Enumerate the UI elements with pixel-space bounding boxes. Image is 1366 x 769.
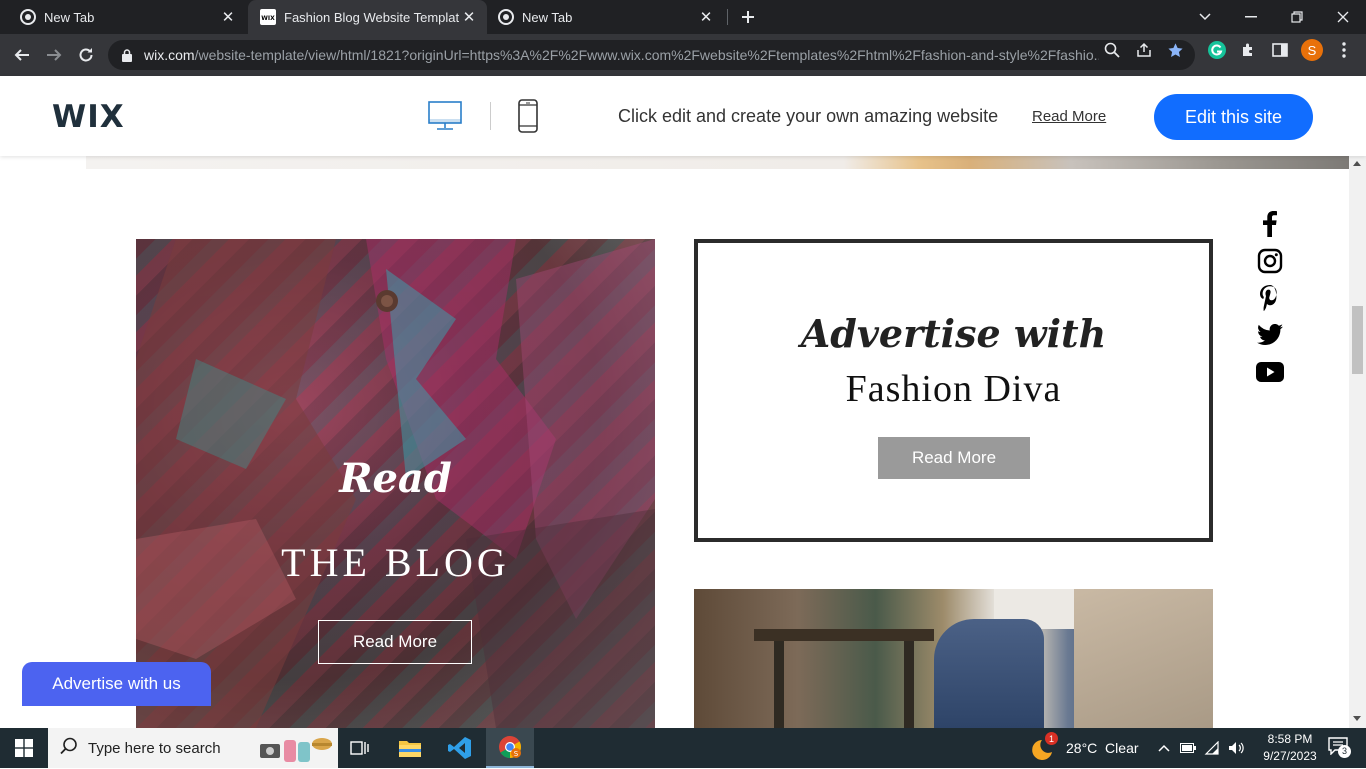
new-tab-button[interactable] (725, 0, 771, 34)
minimize-button[interactable] (1228, 0, 1274, 34)
wix-favicon-icon: WIX (260, 9, 276, 25)
clock-time: 8:58 PM (1267, 732, 1313, 746)
search-placeholder: Type here to search (88, 739, 221, 757)
close-window-button[interactable] (1320, 0, 1366, 34)
address-bar[interactable]: wix.com/website-template/view/html/1821?… (108, 40, 1195, 70)
twitter-icon[interactable] (1256, 321, 1284, 349)
advertise-brand-title: Fashion Diva (845, 368, 1062, 410)
tab-title: New Tab (522, 9, 573, 25)
weather-badge: 1 (1045, 732, 1058, 745)
grammarly-icon[interactable] (1207, 40, 1227, 60)
view-divider (490, 102, 491, 130)
pinterest-icon[interactable] (1256, 284, 1284, 312)
url-path: /website-template/view/html/1821?originU… (194, 47, 1099, 63)
tab-fashion-blog[interactable]: WIX Fashion Blog Website Template | ✕ (248, 0, 487, 34)
photo-table-leg (774, 641, 784, 728)
reload-button[interactable] (71, 40, 101, 70)
zoom-icon[interactable] (1103, 41, 1121, 59)
share-icon[interactable] (1135, 41, 1153, 59)
url-host: wix.com (144, 47, 195, 63)
weather-moon-icon: 1 (1030, 732, 1058, 762)
mobile-view-icon[interactable] (518, 99, 538, 138)
notification-count-badge: 3 (1338, 744, 1351, 758)
scroll-thumb[interactable] (1352, 306, 1363, 374)
advertise-read-more-button[interactable]: Read More (878, 437, 1030, 479)
chrome-icon (20, 9, 36, 25)
forward-button[interactable] (39, 40, 69, 70)
back-button[interactable] (7, 40, 37, 70)
url-text: wix.com/website-template/view/html/1821?… (144, 47, 1099, 63)
edit-this-site-button[interactable]: Edit this site (1154, 94, 1313, 140)
extensions-icon[interactable] (1239, 41, 1257, 59)
weather-text: 28°C Clear (1066, 740, 1139, 756)
side-panel-icon[interactable] (1271, 41, 1289, 59)
wix-read-more-link[interactable]: Read More (1032, 108, 1106, 125)
photo-cardigan (1074, 589, 1213, 728)
file-explorer-icon[interactable] (386, 728, 434, 768)
advertise-with-us-button[interactable]: Advertise with us (22, 662, 211, 706)
notification-center-button[interactable]: 3 (1318, 728, 1358, 768)
template-page: Read THE BLOG Read More Advertise with F… (0, 156, 1349, 728)
chrome-icon (498, 9, 514, 25)
notification-icon: 3 (1328, 736, 1351, 760)
advertise-card: Advertise with Fashion Diva Read More (694, 239, 1213, 542)
wix-tagline: Click edit and create your own amazing w… (618, 106, 999, 126)
youtube-icon[interactable] (1256, 358, 1284, 386)
menu-kebab-icon[interactable] (1335, 41, 1353, 59)
blog-script-text: Read (339, 455, 452, 502)
header-image-strip (86, 156, 1349, 169)
wix-logo[interactable]: WIX (52, 99, 125, 135)
page-scrollbar[interactable] (1349, 156, 1366, 728)
wix-preview-bar: WIX Click edit and create your own amazi… (0, 76, 1366, 156)
photo-table (754, 629, 934, 641)
advertise-script-text: Advertise with (800, 311, 1107, 356)
desktop-view-icon[interactable] (428, 100, 462, 137)
svg-text:S: S (514, 750, 519, 758)
close-icon[interactable]: ✕ (218, 7, 238, 27)
system-tray (1152, 728, 1248, 768)
browser-tab-strip: New Tab ✕ WIX Fashion Blog Website Templ… (0, 0, 1366, 34)
fashion-photo (694, 589, 1213, 728)
close-icon[interactable]: ✕ (459, 7, 479, 27)
photo-table-leg (904, 641, 914, 728)
profile-avatar[interactable]: S (1301, 39, 1323, 61)
browser-toolbar: wix.com/website-template/view/html/1821?… (0, 34, 1366, 76)
restore-button[interactable] (1274, 0, 1320, 34)
social-bar (1256, 210, 1284, 395)
volume-icon[interactable] (1224, 741, 1248, 755)
search-highlight-icon (260, 734, 336, 769)
tab-new-tab-1[interactable]: New Tab ✕ (0, 0, 246, 34)
wifi-icon[interactable] (1200, 741, 1224, 755)
windows-taskbar: Type here to search S 1 28°C Clear 8:58 … (0, 728, 1366, 768)
taskbar-clock[interactable]: 8:58 PM 9/27/2023 (1255, 731, 1325, 765)
tab-title: New Tab (44, 9, 95, 25)
instagram-icon[interactable] (1256, 247, 1284, 275)
weather-widget[interactable]: 1 28°C Clear (1030, 728, 1139, 768)
show-hidden-icons-icon[interactable] (1152, 744, 1176, 752)
tab-search-button[interactable] (1182, 0, 1228, 34)
battery-icon[interactable] (1176, 743, 1200, 753)
blog-card: Read THE BLOG Read More (136, 239, 655, 728)
scroll-up-arrow-icon[interactable] (1353, 161, 1361, 166)
bookmark-star-icon[interactable] (1166, 41, 1184, 59)
scroll-down-arrow-icon[interactable] (1353, 716, 1361, 721)
vscode-icon[interactable] (436, 728, 484, 768)
chrome-taskbar-icon[interactable]: S (486, 728, 534, 768)
blog-read-more-button[interactable]: Read More (318, 620, 472, 664)
taskbar-search-box[interactable]: Type here to search (48, 728, 338, 768)
facebook-icon[interactable] (1256, 210, 1284, 238)
tab-title: Fashion Blog Website Template | (284, 9, 459, 25)
lock-icon[interactable] (120, 48, 134, 62)
photo-jeans (934, 619, 1044, 728)
tab-new-tab-2[interactable]: New Tab ✕ (478, 0, 724, 34)
close-icon[interactable]: ✕ (696, 7, 716, 27)
search-icon (60, 737, 80, 760)
task-view-icon[interactable] (336, 728, 384, 768)
windows-start-button[interactable] (0, 728, 48, 768)
blog-title: THE BLOG (281, 540, 510, 585)
clock-date: 9/27/2023 (1263, 749, 1317, 763)
svg-text:WIX: WIX (261, 15, 275, 22)
